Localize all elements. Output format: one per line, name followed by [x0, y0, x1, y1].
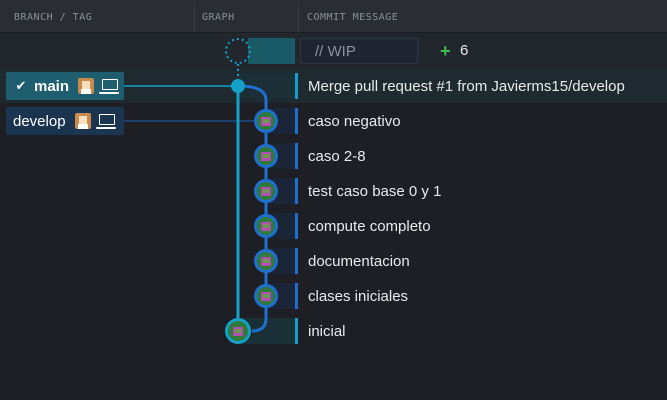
commit-message[interactable]: clases iniciales [308, 279, 408, 314]
avatar-icon[interactable] [254, 249, 278, 273]
commit-message[interactable]: test caso base 0 y 1 [308, 174, 441, 209]
laptop-icon [99, 79, 120, 94]
wip-summary-input[interactable]: // WIP [300, 38, 418, 64]
commit-message[interactable]: caso 2-8 [308, 139, 366, 174]
avatar-icon[interactable] [254, 284, 278, 308]
commit-lane-marker [295, 178, 298, 204]
commit-lane-marker [295, 283, 298, 309]
branch-name: main [34, 77, 70, 95]
commit-lane-marker [295, 318, 298, 344]
check-icon: ✔ [15, 78, 27, 93]
commit-message[interactable]: compute completo [308, 209, 431, 244]
avatar-icon [78, 78, 95, 94]
avatar-icon[interactable] [254, 109, 278, 133]
merge-commit-node[interactable] [231, 79, 245, 93]
wip-graph-tint [248, 38, 295, 64]
commit-lane-marker [295, 248, 298, 274]
laptop-icon [95, 114, 116, 129]
avatar-icon[interactable] [225, 318, 251, 344]
plus-icon: + [440, 41, 451, 61]
avatar-icon[interactable] [254, 179, 278, 203]
wip-node-icon[interactable] [225, 38, 251, 64]
commit-lane-marker [295, 108, 298, 134]
commit-message[interactable]: Merge pull request #1 from Javierms15/de… [308, 69, 625, 104]
commit-lane-marker [295, 213, 298, 239]
avatar-icon[interactable] [254, 144, 278, 168]
branch-tag-develop[interactable]: develop [6, 107, 124, 135]
commit-message[interactable]: inicial [308, 314, 346, 349]
avatar-icon[interactable] [254, 214, 278, 238]
commit-lane-marker [295, 73, 298, 99]
avatar-icon [74, 113, 91, 129]
branch-name: develop [13, 112, 66, 130]
changed-files-count: 6 [460, 42, 469, 59]
commit-lane-marker [295, 143, 298, 169]
commit-message[interactable]: caso negativo [308, 104, 401, 139]
branch-tag-main[interactable]: ✔ main [6, 72, 124, 100]
commit-message[interactable]: documentacion [308, 244, 410, 279]
